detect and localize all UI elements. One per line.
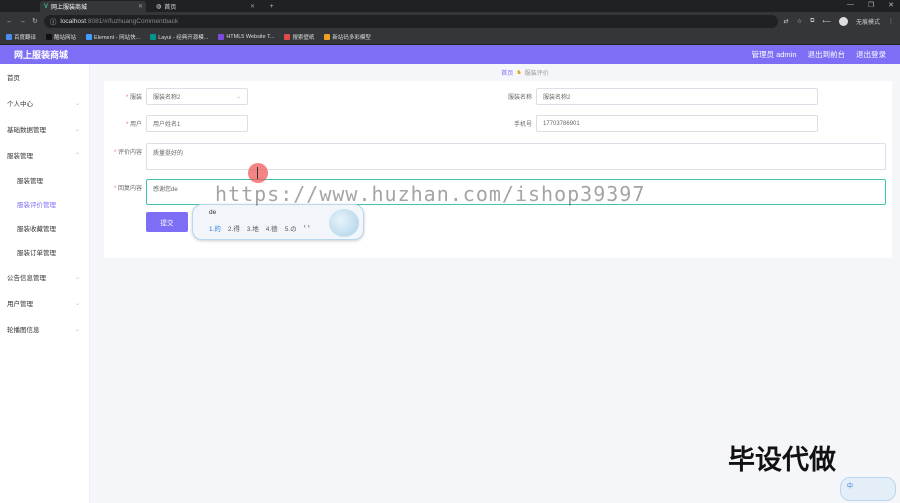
ime-page-arrows[interactable]: ‹ › [304,223,310,233]
user-label: * 用户 [125,122,142,128]
sidebar-item-carousel[interactable]: 轮播图信息 ⌄ [0,316,89,342]
bookmark-item[interactable]: 酷站网站 [46,33,76,41]
sidebar-item-base-data[interactable]: 基础数据管理 ⌄ [0,116,89,142]
sidebar-item-fuzhuang[interactable]: 服装管理 ⌃ [0,142,89,168]
breadcrumb-home[interactable]: 首页 [501,68,513,77]
bookmarks-bar: 百度翻译 酷站网站 Element - 网站快... Layui - 经典开源模… [0,30,900,45]
address-bar: ← → ↻ ⓘ localhost:8081/#/fuzhuangComment… [0,12,900,30]
app-header: 网上服装商城 管理员 admin 退出到前台 退出登录 [0,45,900,64]
bookmark-icon [284,34,291,40]
mouse-cursor-indicator [248,163,268,183]
chevron-down-icon: ⌄ [235,94,241,100]
chevron-down-icon: ⌄ [74,274,80,281]
fuzhuang-name-field[interactable]: 服装名称2 [536,88,818,105]
chevron-down-icon: ⌄ [74,100,80,107]
bookmark-icon [324,34,331,40]
browser-tab-active[interactable]: V 网上服装商城 ✕ [40,1,146,12]
ime-candidate[interactable]: 5.の [285,223,297,233]
bookmark-icon [46,34,53,40]
ime-candidate-popup: de 1.的 2.得 3.地 4.德 5.の ‹ › [192,204,364,240]
app-title: 网上服装商城 [14,50,69,60]
chevron-down-icon: ⌄ [74,300,80,307]
chevron-down-icon: ⌄ [74,326,80,333]
bookmark-item[interactable]: HTML5 Website T... [218,34,274,40]
globe-icon: ◍ [156,4,162,10]
bookmark-icon [218,34,225,40]
profile-avatar[interactable] [838,16,848,26]
browser-tab-bar: V 网上服装商城 ✕ ◍ 首页 ✕ + — ❐ ✕ [0,0,900,12]
browser-tab[interactable]: ◍ 首页 ✕ [152,1,258,12]
breadcrumb-separator-icon: ♞ [516,70,522,76]
user-phone-field[interactable]: 17703786901 [536,115,818,132]
bookmark-icon [6,34,12,40]
form-card: * 服装 服装名称2 ⌄ 服装名称 服装名称2 * 用户 用户姓名1 手机号 17… [104,81,892,258]
sidebar-item-users[interactable]: 用户管理 ⌄ [0,290,89,316]
info-icon: ⓘ [49,19,57,26]
fuzhuang-select[interactable]: 服装名称2 ⌄ [146,88,248,105]
ime-candidate[interactable]: 4.德 [266,223,278,233]
close-window-icon[interactable]: ✕ [888,1,894,9]
promo-text: 毕设代做 [728,445,836,476]
bookmark-item[interactable]: Layui - 经典开源模... [150,33,208,41]
bookmark-item[interactable]: 新站码多彩模型 [324,33,371,41]
window-controls: — ❐ ✕ [847,1,894,9]
ime-candidate[interactable]: 3.地 [247,223,259,233]
ime-logo-icon [329,209,359,237]
more-icon[interactable]: ⋮ [888,18,894,25]
back-arrow-icon[interactable]: ⟵ [822,18,831,25]
sidebar-item-notice[interactable]: 公告信息管理 ⌄ [0,264,89,290]
sidebar-subitem-comment[interactable]: 服装评价管理 [0,192,89,216]
sidebar: 首页 个人中心 ⌄ 基础数据管理 ⌄ 服装管理 ⌃ 服装管理 服装评价管理 服装收藏管… [0,64,90,503]
ime-candidate[interactable]: 1.的 [209,223,221,233]
incognito-label: 无痕模式 [855,19,880,26]
bookmark-item[interactable]: Element - 网站快... [86,33,140,41]
minimize-icon[interactable]: — [847,1,854,9]
translate-icon[interactable]: ⇄ [784,18,789,25]
new-tab-button[interactable]: + [266,1,278,12]
reply-label: * 回复内容 [113,186,142,192]
bookmark-item[interactable]: 百度翻译 [6,33,36,41]
maximize-icon[interactable]: ❐ [868,1,874,9]
fuzhuang-label: * 服装 [125,95,142,101]
ime-candidates: 1.的 2.得 3.地 4.德 5.の ‹ › [209,223,310,233]
sidebar-subitem-collection[interactable]: 服装收藏管理 [0,216,89,240]
chevron-down-icon: ⌄ [74,126,80,133]
chevron-up-icon: ⌃ [74,152,80,159]
extensions-icon[interactable]: ⧉ [810,18,814,25]
logout-link[interactable]: 退出登录 [856,49,886,60]
submit-button[interactable]: 提交 [146,212,188,232]
close-tab-icon[interactable]: ✕ [138,3,143,10]
bookmark-icon [86,34,93,40]
bookmark-item[interactable]: 搜索壁纸 [284,33,314,41]
close-tab-icon[interactable]: ✕ [250,3,255,10]
sidebar-item-home[interactable]: 首页 [0,64,89,90]
user-select[interactable]: 用户姓名1 [146,115,248,132]
ime-pinyin: de [209,209,217,216]
exit-front-link[interactable]: 退出到前台 [808,49,846,60]
breadcrumb: 首页 ♞ 服装评价 [90,64,900,81]
bookmark-icon [150,34,157,40]
star-icon[interactable]: ☆ [797,18,802,25]
admin-label: 管理员 admin [751,50,797,59]
vue-logo-icon: V [44,3,49,10]
reload-icon[interactable]: ↻ [32,17,38,25]
sidebar-subitem-order[interactable]: 服装订单管理 [0,240,89,264]
back-icon[interactable]: ← [6,18,13,25]
breadcrumb-current: 服装评价 [524,71,549,77]
url-field[interactable]: ⓘ localhost:8081/#/fuzhuangCommentback [43,14,778,28]
comment-label: * 评价内容 [113,150,142,156]
forward-icon[interactable]: → [19,18,26,25]
user-phone-label: 手机号 [513,122,532,128]
sidebar-item-personal[interactable]: 个人中心 ⌄ [0,90,89,116]
sidebar-subitem-fuzhuang[interactable]: 服装管理 [0,168,89,192]
fuzhuang-name-label: 服装名称 [507,95,532,101]
ime-status-widget[interactable]: 中 [840,477,896,501]
ime-candidate[interactable]: 2.得 [228,223,240,233]
watermark-text: https://www.huzhan.com/ishop39397 [215,182,646,206]
